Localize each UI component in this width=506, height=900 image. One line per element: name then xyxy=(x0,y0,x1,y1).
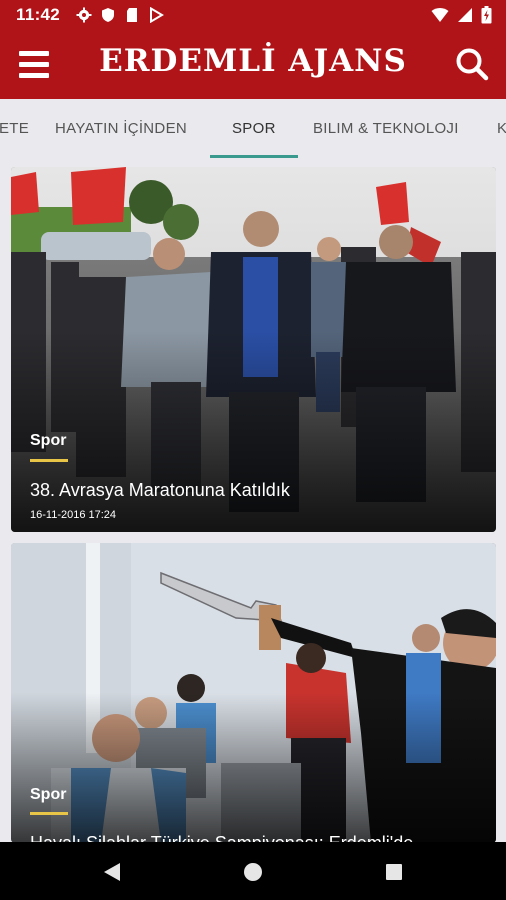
status-time: 11:42 xyxy=(16,5,61,24)
signal-icon xyxy=(458,8,472,22)
system-navigation-bar xyxy=(0,842,506,900)
category-underline xyxy=(30,459,68,462)
app-bar: ERDEMLİ AJANS xyxy=(0,30,506,99)
image-gradient-overlay xyxy=(11,693,496,843)
tab-ete[interactable]: ETE xyxy=(0,120,29,137)
article-category: Spor xyxy=(30,432,67,449)
article-date: 16-11-2016 17:24 xyxy=(30,509,117,521)
status-bar: 11:42 xyxy=(0,0,506,30)
article-card[interactable]: Spor 38. Avrasya Maratonuna Katıldık 16-… xyxy=(11,167,496,532)
category-tabs: ETE HAYATIN İÇİNDEN SPOR BILIM & TEKNOLO… xyxy=(0,99,506,159)
battery-icon xyxy=(481,6,492,24)
article-title: 38. Avrasya Maratonuna Katıldık xyxy=(30,480,290,500)
search-icon[interactable] xyxy=(454,46,490,82)
category-underline xyxy=(30,812,68,815)
tab-bilim-teknoloji[interactable]: BILIM & TEKNOLOJI xyxy=(313,120,459,137)
home-icon[interactable] xyxy=(242,861,264,883)
image-gradient-overlay xyxy=(11,331,496,532)
app-title: ERDEMLİ AJANS xyxy=(99,43,407,79)
tab-hayatin-icinden[interactable]: HAYATIN İÇİNDEN xyxy=(55,120,187,137)
play-store-icon xyxy=(150,7,164,23)
tab-k[interactable]: K xyxy=(497,120,506,137)
back-icon[interactable] xyxy=(101,861,123,883)
active-tab-indicator xyxy=(210,155,298,158)
article-card[interactable]: Spor Havalı Silahlar Türkiye Şampiyonası… xyxy=(11,543,496,843)
tab-spor[interactable]: SPOR xyxy=(232,120,276,137)
gear-icon xyxy=(76,7,92,23)
shield-icon xyxy=(102,8,114,22)
recents-icon[interactable] xyxy=(383,861,405,883)
sd-card-icon xyxy=(127,8,137,22)
article-category: Spor xyxy=(30,786,67,803)
wifi-icon xyxy=(431,8,449,22)
